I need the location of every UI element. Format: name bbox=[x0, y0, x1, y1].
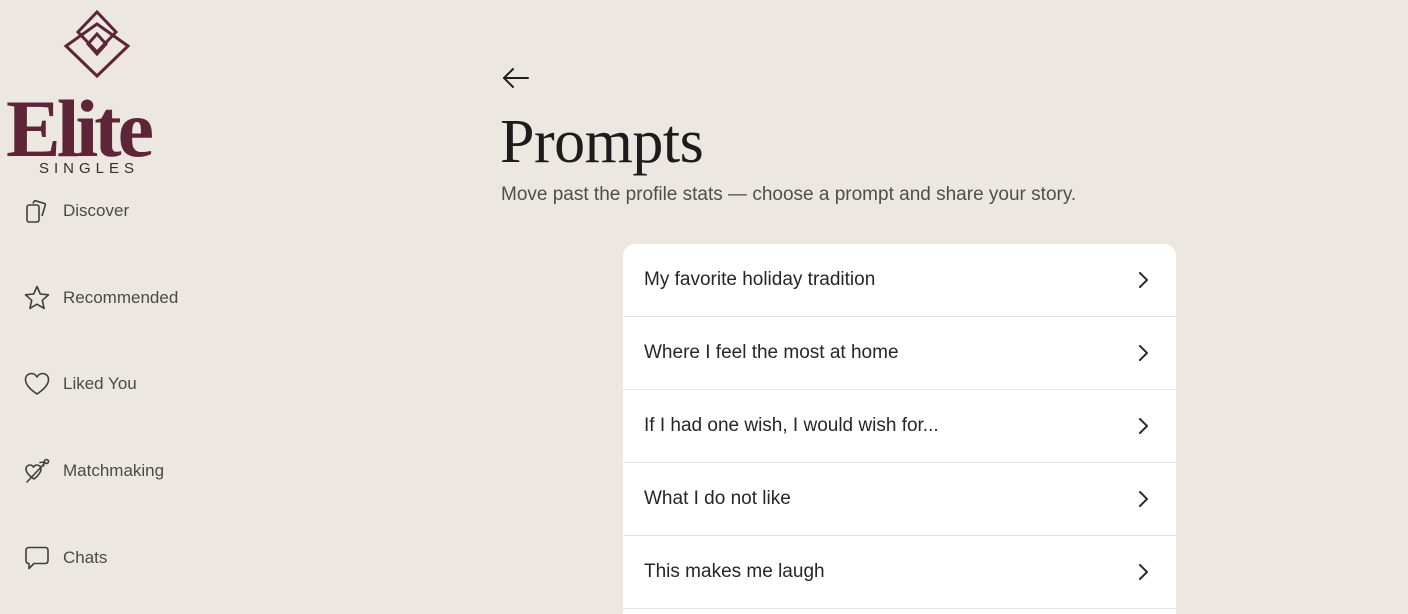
sidebar-item-chats[interactable]: Chats bbox=[22, 542, 107, 574]
prompt-item-do-not-like[interactable]: What I do not like bbox=[623, 463, 1176, 536]
prompt-label: My favorite holiday tradition bbox=[644, 269, 876, 290]
sidebar-item-label: Discover bbox=[63, 201, 130, 220]
logo-wordmark: Elite bbox=[6, 83, 154, 174]
arrow-left-icon bbox=[503, 68, 529, 88]
sidebar-item-label: Chats bbox=[63, 548, 108, 567]
sidebar-item-recommended[interactable]: Recommended bbox=[22, 282, 178, 314]
chevron-right-icon bbox=[1136, 271, 1150, 289]
page-title: Prompts bbox=[500, 108, 704, 176]
chevron-right-icon bbox=[1136, 563, 1150, 581]
sidebar-item-label: Liked You bbox=[63, 374, 137, 393]
page-subtitle: Move past the profile stats — choose a p… bbox=[501, 184, 1077, 205]
app-root: Elite SINGLES Discover Recommended Liked… bbox=[0, 0, 1408, 614]
chat-bubble-icon bbox=[22, 543, 52, 573]
logo-tagline: SINGLES bbox=[39, 160, 140, 177]
prompt-item-one-wish[interactable]: If I had one wish, I would wish for... bbox=[623, 390, 1176, 463]
prompt-label: This makes me laugh bbox=[644, 561, 825, 582]
logo-diamond-mark-icon bbox=[63, 10, 131, 79]
star-icon bbox=[22, 283, 52, 313]
prompt-item-holiday-tradition[interactable]: My favorite holiday tradition bbox=[623, 244, 1176, 317]
discover-cards-icon bbox=[22, 196, 52, 226]
back-button[interactable] bbox=[500, 63, 534, 93]
chevron-right-icon bbox=[1136, 490, 1150, 508]
heart-icon bbox=[22, 369, 52, 399]
sidebar-item-label: Recommended bbox=[63, 288, 179, 307]
prompt-label: Where I feel the most at home bbox=[644, 342, 899, 363]
prompt-list: My favorite holiday tradition Where I fe… bbox=[623, 244, 1176, 614]
sidebar: Elite SINGLES Discover Recommended Liked… bbox=[0, 0, 260, 601]
sidebar-item-label: Matchmaking bbox=[63, 461, 165, 480]
prompt-label: What I do not like bbox=[644, 488, 791, 509]
sidebar-item-liked-you[interactable]: Liked You bbox=[22, 368, 137, 400]
prompt-label: If I had one wish, I would wish for... bbox=[644, 415, 939, 436]
sidebar-item-discover[interactable]: Discover bbox=[22, 195, 129, 227]
prompt-item-makes-me-laugh[interactable]: This makes me laugh bbox=[623, 536, 1176, 609]
chevron-right-icon bbox=[1136, 417, 1150, 435]
cupid-arrow-icon bbox=[22, 456, 52, 486]
chevron-right-icon bbox=[1136, 344, 1150, 362]
elite-singles-logo[interactable]: Elite SINGLES bbox=[4, 10, 196, 180]
prompt-item-feel-at-home[interactable]: Where I feel the most at home bbox=[623, 317, 1176, 390]
sidebar-item-matchmaking[interactable]: Matchmaking bbox=[22, 455, 164, 487]
